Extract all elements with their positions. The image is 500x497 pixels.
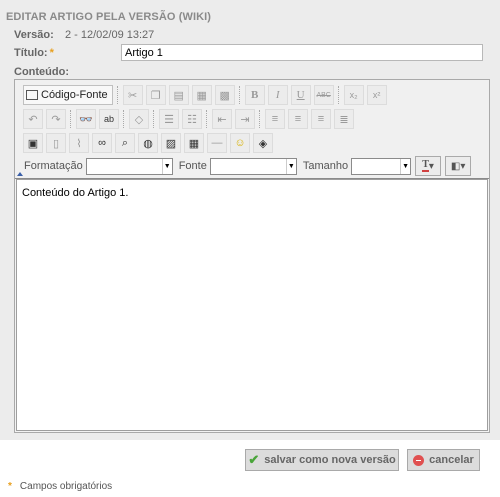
toolbar-separator xyxy=(259,110,262,128)
collapse-toolbar-icon[interactable] xyxy=(17,172,23,176)
numbered-list-icon[interactable]: ☰ xyxy=(159,109,179,129)
source-code-button[interactable]: Código-Fonte xyxy=(23,85,113,105)
table-icon[interactable]: ▦ xyxy=(184,133,204,153)
subscript-button[interactable]: x₂ xyxy=(343,85,364,105)
version-value: 2 - 12/02/09 13:27 xyxy=(65,29,155,41)
toolbar-separator xyxy=(116,86,120,104)
editor-content-area[interactable]: Conteúdo do Artigo 1. xyxy=(16,179,488,431)
picture-icon[interactable]: ▨ xyxy=(161,133,181,153)
toolbar-separator xyxy=(238,86,242,104)
chevron-down-icon: ▼ xyxy=(285,158,296,174)
rich-text-editor: Código-Fonte ✂ ❐ ▤ ▦ ▩ B I U ABC x₂ x² ↶… xyxy=(14,79,490,433)
align-right-icon[interactable]: ≡ xyxy=(311,109,331,129)
bulleted-list-icon[interactable]: ☷ xyxy=(182,109,202,129)
outdent-icon[interactable]: ⇤ xyxy=(212,109,232,129)
link-globe-icon[interactable]: ◍ xyxy=(138,133,158,153)
source-button-label: Código-Fonte xyxy=(41,89,108,101)
smiley-icon[interactable]: ☺ xyxy=(230,133,250,153)
magnifier-icon[interactable]: ⌕ xyxy=(115,133,135,153)
font-label: Fonte xyxy=(178,160,207,172)
required-fields-note: * Campos obrigatórios xyxy=(8,481,112,492)
chevron-down-icon: ▼ xyxy=(161,158,172,174)
attach-icon[interactable]: ⌇ xyxy=(69,133,89,153)
font-select[interactable]: ▼ xyxy=(209,157,297,175)
title-label-wrapper: Título: * xyxy=(14,47,54,59)
source-doc-icon xyxy=(26,90,38,100)
bg-color-icon: ◧ xyxy=(450,160,461,172)
bold-button[interactable]: B xyxy=(244,85,265,105)
text-color-button[interactable]: T ▾ xyxy=(415,156,442,176)
italic-button[interactable]: I xyxy=(267,85,288,105)
underline-button[interactable]: U xyxy=(290,85,311,105)
eraser-icon[interactable]: ◇ xyxy=(129,109,149,129)
title-label: Título: xyxy=(14,47,48,59)
paste-icon[interactable]: ▤ xyxy=(168,85,189,105)
cancel-icon xyxy=(413,454,425,466)
strikethrough-button[interactable]: ABC xyxy=(313,85,334,105)
required-star-icon: * xyxy=(8,481,12,492)
cut-icon[interactable]: ✂ xyxy=(122,85,143,105)
paste-word-icon[interactable]: ▩ xyxy=(214,85,235,105)
page-title: EDITAR ARTIGO PELA VERSÃO (WIKI) xyxy=(6,11,212,23)
superscript-button[interactable]: x² xyxy=(366,85,387,105)
toolbar-separator xyxy=(123,110,126,128)
toolbar-separator xyxy=(206,110,209,128)
image-icon[interactable]: ▣ xyxy=(23,133,43,153)
paste-text-icon[interactable]: ▦ xyxy=(191,85,212,105)
toolbar-row-4: Formatação ▼ Fonte ▼ Tamanho ▼ T ▾ ◧ ▾ xyxy=(18,156,472,176)
content-label: Conteúdo: xyxy=(14,66,69,78)
binoculars-icon[interactable]: ∞ xyxy=(92,133,112,153)
undo-icon[interactable]: ↶ xyxy=(23,109,43,129)
background-color-button[interactable]: ◧ ▾ xyxy=(445,156,472,176)
toolbar-separator xyxy=(337,86,341,104)
chevron-down-icon: ▼ xyxy=(400,158,410,174)
editor-toolbar: Código-Fonte ✂ ❐ ▤ ▦ ▩ B I U ABC x₂ x² ↶… xyxy=(15,80,489,179)
align-left-icon[interactable]: ≡ xyxy=(265,109,285,129)
redo-icon[interactable]: ↷ xyxy=(46,109,66,129)
size-select[interactable]: ▼ xyxy=(351,157,412,175)
indent-icon[interactable]: ⇥ xyxy=(235,109,255,129)
copy-icon[interactable]: ❐ xyxy=(145,85,166,105)
save-button-label: salvar como nova versão xyxy=(264,454,396,466)
size-label: Tamanho xyxy=(302,160,349,172)
check-icon: ✔ xyxy=(248,452,260,467)
toolbar-separator xyxy=(153,110,156,128)
format-label: Formatação xyxy=(24,160,83,172)
replace-icon[interactable]: ab xyxy=(99,109,119,129)
toolbar-row-1: Código-Fonte ✂ ❐ ▤ ▦ ▩ B I U ABC x₂ x² xyxy=(23,84,390,106)
cancel-button[interactable]: cancelar xyxy=(407,449,480,471)
save-new-version-button[interactable]: ✔ salvar como nova versão xyxy=(245,449,399,471)
title-input[interactable] xyxy=(121,44,483,61)
align-center-icon[interactable]: ≡ xyxy=(288,109,308,129)
toolbar-row-3: ▣ ▯ ⌇ ∞ ⌕ ◍ ▨ ▦ ― ☺ ◈ xyxy=(23,132,276,154)
cancel-button-label: cancelar xyxy=(429,454,474,466)
toolbar-separator xyxy=(70,110,73,128)
required-star-icon: * xyxy=(49,47,54,59)
text-color-icon: T xyxy=(422,159,429,172)
edit-form-panel: EDITAR ARTIGO PELA VERSÃO (WIKI) Versão:… xyxy=(0,0,500,440)
toolbar-row-2: ↶ ↷ 👓 ab ◇ ☰ ☷ ⇤ ⇥ ≡ ≡ ≡ ≣ xyxy=(23,108,357,130)
page-icon[interactable]: ▯ xyxy=(46,133,66,153)
format-select[interactable]: ▼ xyxy=(85,157,173,175)
hr-icon[interactable]: ― xyxy=(207,133,227,153)
find-icon[interactable]: 👓 xyxy=(76,109,96,129)
required-note-text: Campos obrigatórios xyxy=(19,481,113,492)
special-char-icon[interactable]: ◈ xyxy=(253,133,273,153)
justify-icon[interactable]: ≣ xyxy=(334,109,354,129)
editor-content-text: Conteúdo do Artigo 1. xyxy=(22,187,129,199)
version-label: Versão: xyxy=(14,29,54,41)
